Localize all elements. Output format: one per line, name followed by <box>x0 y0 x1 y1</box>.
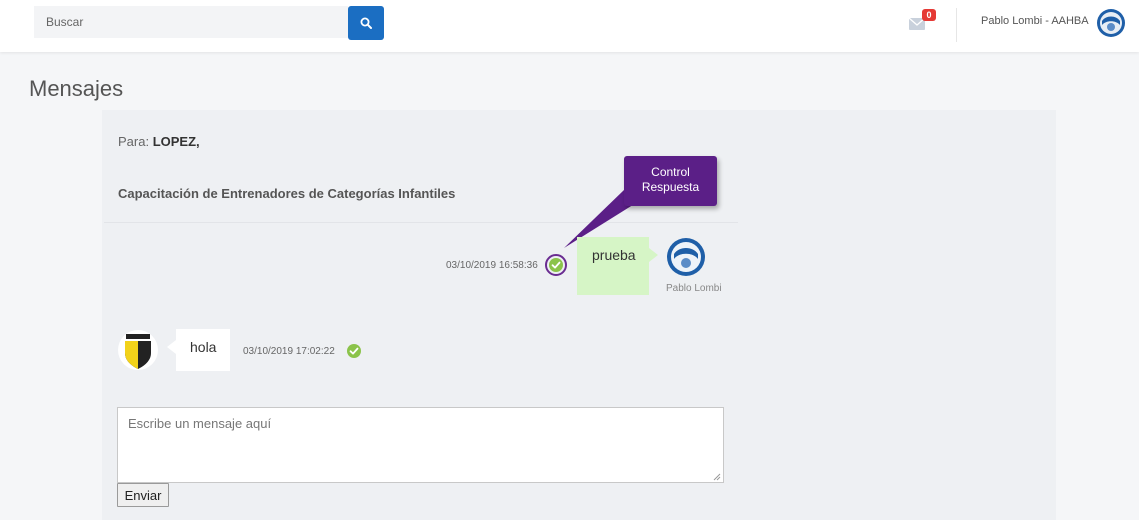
sent-message-bubble: prueba <box>577 237 649 295</box>
search-bar <box>34 6 384 40</box>
callout-line-1: Control <box>651 165 690 179</box>
search-input[interactable] <box>34 6 348 38</box>
message-timestamp: 03/10/2019 16:58:36 <box>446 260 538 271</box>
club-shield-icon <box>118 330 158 370</box>
club-logo-icon <box>667 238 705 276</box>
resize-handle-icon[interactable] <box>713 473 721 481</box>
header-divider <box>956 8 957 42</box>
bubble-tail <box>649 248 658 262</box>
bubble-tail <box>167 340 176 354</box>
conversation-subject: Capacitación de Entrenadores de Categorí… <box>118 186 456 201</box>
send-button[interactable]: Enviar <box>117 483 169 507</box>
received-message-bubble: hola <box>176 329 230 371</box>
search-button[interactable] <box>348 6 384 40</box>
user-name[interactable]: Pablo Lombi - AAHBA <box>981 15 1089 27</box>
check-circle-icon <box>347 344 361 358</box>
message-timestamp: 03/10/2019 17:02:22 <box>243 346 335 357</box>
search-icon <box>360 17 372 29</box>
page-title: Mensajes <box>29 76 124 101</box>
message-text: hola <box>190 339 217 355</box>
club-logo-icon[interactable] <box>1096 8 1126 38</box>
check-circle-icon <box>549 258 563 272</box>
message-text: prueba <box>592 247 636 263</box>
top-bar: 0 Pablo Lombi - AAHBA <box>0 0 1139 52</box>
callout-line-2: Respuesta <box>641 180 700 194</box>
sender-name: Pablo Lombi <box>666 283 722 294</box>
recipient-value: LOPEZ, <box>152 134 200 149</box>
message-input[interactable] <box>117 407 724 483</box>
recipient-line: Para: LOPEZ, <box>118 134 200 149</box>
recipient-label: Para: <box>118 134 150 149</box>
annotation-callout: Control Respuesta <box>624 156 717 206</box>
notification-badge: 0 <box>922 9 936 21</box>
